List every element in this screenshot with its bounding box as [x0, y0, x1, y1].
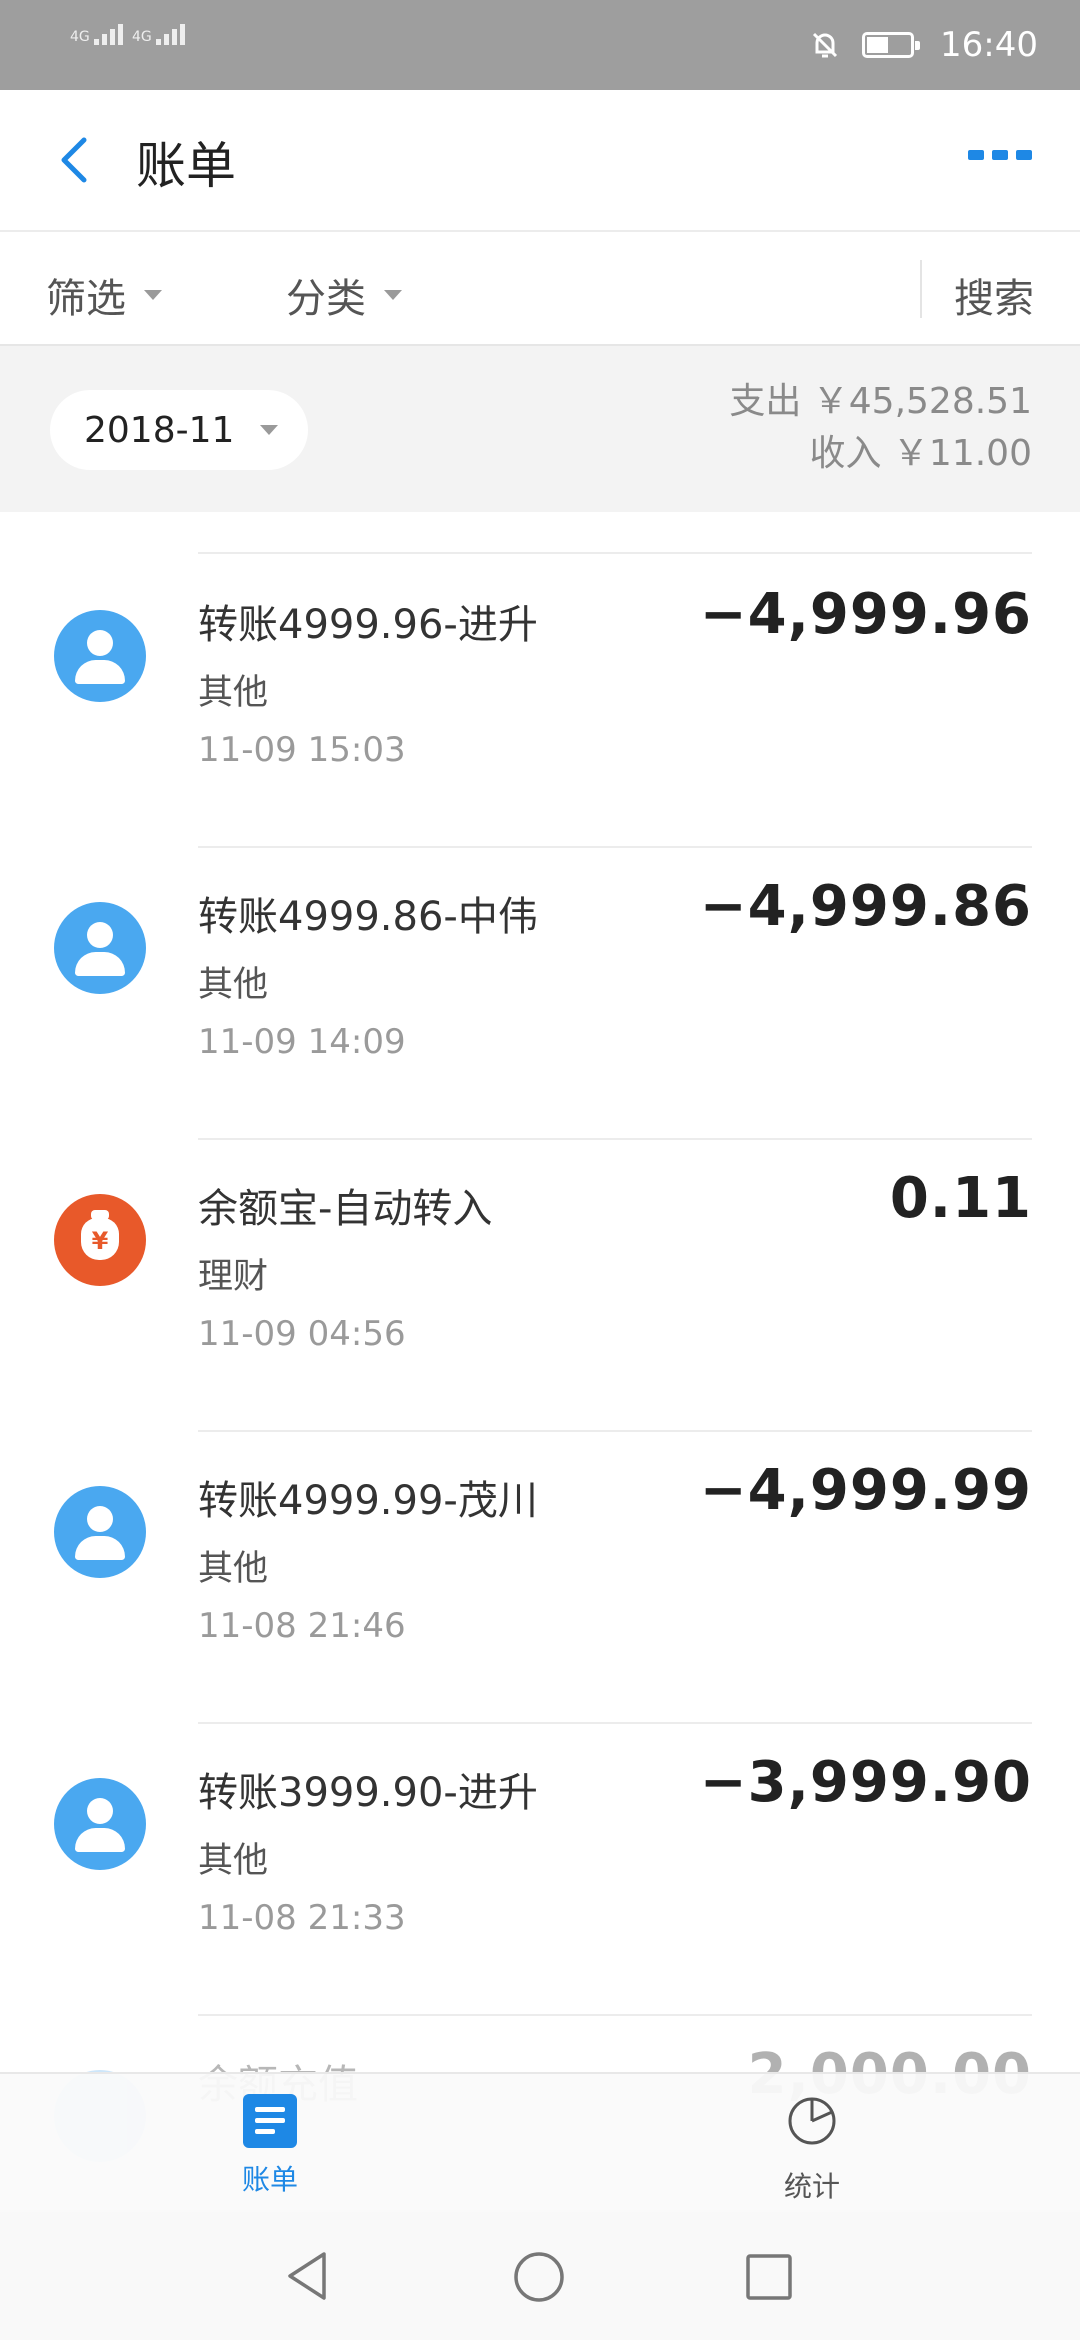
transaction-time: 11-08 21:46 [198, 1606, 406, 1646]
filter-label: 筛选 [46, 276, 126, 322]
tab-bills[interactable]: 账单 [210, 2094, 330, 2198]
transaction-row[interactable]: 转账3999.90-进升 其他 11-08 21:33 −3,999.90 [0, 1722, 1080, 2014]
transaction-time: 11-09 14:09 [198, 1022, 406, 1062]
caret-down-icon [144, 290, 162, 300]
month-label: 2018-11 [84, 409, 235, 451]
bottom-tab-bar: 账单 统计 [0, 2072, 1080, 2212]
nav-recents-icon[interactable] [744, 2252, 794, 2302]
tab-label: 账单 [241, 2163, 298, 2196]
money-bag-icon: ¥ [54, 1194, 146, 1286]
month-summary-bar: 2018-11 支出 ￥45,528.51 收入 ￥11.00 [0, 346, 1080, 512]
transaction-category: 其他 [198, 1841, 269, 1881]
income-total: 收入 ￥11.00 [809, 433, 1032, 474]
nav-home-icon[interactable] [512, 2250, 566, 2304]
transaction-title: 余额宝-自动转入 [198, 1186, 493, 1232]
transaction-time: 11-09 15:03 [198, 730, 406, 770]
transaction-amount: −3,999.90 [699, 1750, 1032, 1815]
user-icon [54, 1778, 146, 1870]
bill-icon [243, 2094, 297, 2148]
network-type-label: 4G [70, 29, 90, 45]
back-arrow-icon[interactable] [52, 132, 102, 188]
transaction-category: 理财 [198, 1257, 269, 1297]
expense-total: 支出 ￥45,528.51 [729, 381, 1032, 422]
transaction-row[interactable]: 转账4999.96-进升 其他 11-09 15:03 −4,999.96 [0, 554, 1080, 846]
clock: 16:40 [940, 25, 1038, 65]
transaction-amount: −4,999.96 [699, 582, 1032, 647]
transaction-category: 其他 [198, 1549, 269, 1589]
transaction-row[interactable]: ¥ 余额宝-自动转入 理财 11-09 04:56 0.11 [0, 1138, 1080, 1430]
user-icon [54, 1486, 146, 1578]
page-title: 账单 [136, 137, 236, 195]
filter-bar: 筛选 分类 搜索 [0, 232, 1080, 346]
transaction-title: 转账3999.90-进升 [198, 1770, 538, 1816]
transaction-amount: 0.11 [889, 1166, 1032, 1231]
tab-statistics[interactable]: 统计 [752, 2094, 872, 2205]
battery-icon [862, 32, 921, 58]
transaction-time: 11-09 04:56 [198, 1314, 406, 1354]
transaction-time: 11-08 21:33 [198, 1898, 406, 1938]
status-bar: 4G 4G 16:40 [0, 0, 1080, 90]
mute-bell-icon [812, 32, 838, 58]
search-button[interactable]: 搜索 [954, 266, 1034, 324]
divider [920, 260, 922, 318]
transaction-row[interactable]: 转账4999.99-茂川 其他 11-08 21:46 −4,999.99 [0, 1430, 1080, 1722]
more-options-icon[interactable] [968, 150, 1032, 160]
transaction-category: 其他 [198, 673, 269, 713]
month-selector[interactable]: 2018-11 [50, 390, 308, 470]
pie-chart-icon [788, 2097, 836, 2145]
caret-down-icon [384, 290, 402, 300]
network-type-label: 4G [132, 29, 152, 45]
tab-label: 统计 [783, 2170, 840, 2203]
signal-icon: 4G [132, 24, 188, 45]
user-icon [54, 902, 146, 994]
category-label: 分类 [286, 276, 366, 322]
system-navigation-bar [0, 2212, 1080, 2340]
transaction-category: 其他 [198, 965, 269, 1005]
transaction-amount: −4,999.99 [699, 1458, 1032, 1523]
transaction-title: 转账4999.99-茂川 [198, 1478, 538, 1524]
filter-dropdown[interactable]: 筛选 [46, 266, 162, 324]
transaction-title: 转账4999.96-进升 [198, 602, 538, 648]
caret-down-icon [260, 425, 279, 435]
category-dropdown[interactable]: 分类 [286, 266, 402, 324]
user-icon [54, 610, 146, 702]
app-header: 账单 [0, 90, 1080, 232]
month-summary: 支出 ￥45,528.51 收入 ￥11.00 [729, 376, 1032, 480]
transaction-row[interactable]: 转账4999.86-中伟 其他 11-09 14:09 −4,999.86 [0, 846, 1080, 1138]
nav-back-icon[interactable] [282, 2248, 332, 2304]
signal-icon: 4G [70, 24, 126, 45]
transaction-amount: −4,999.86 [699, 874, 1032, 939]
transaction-title: 转账4999.86-中伟 [198, 894, 538, 940]
